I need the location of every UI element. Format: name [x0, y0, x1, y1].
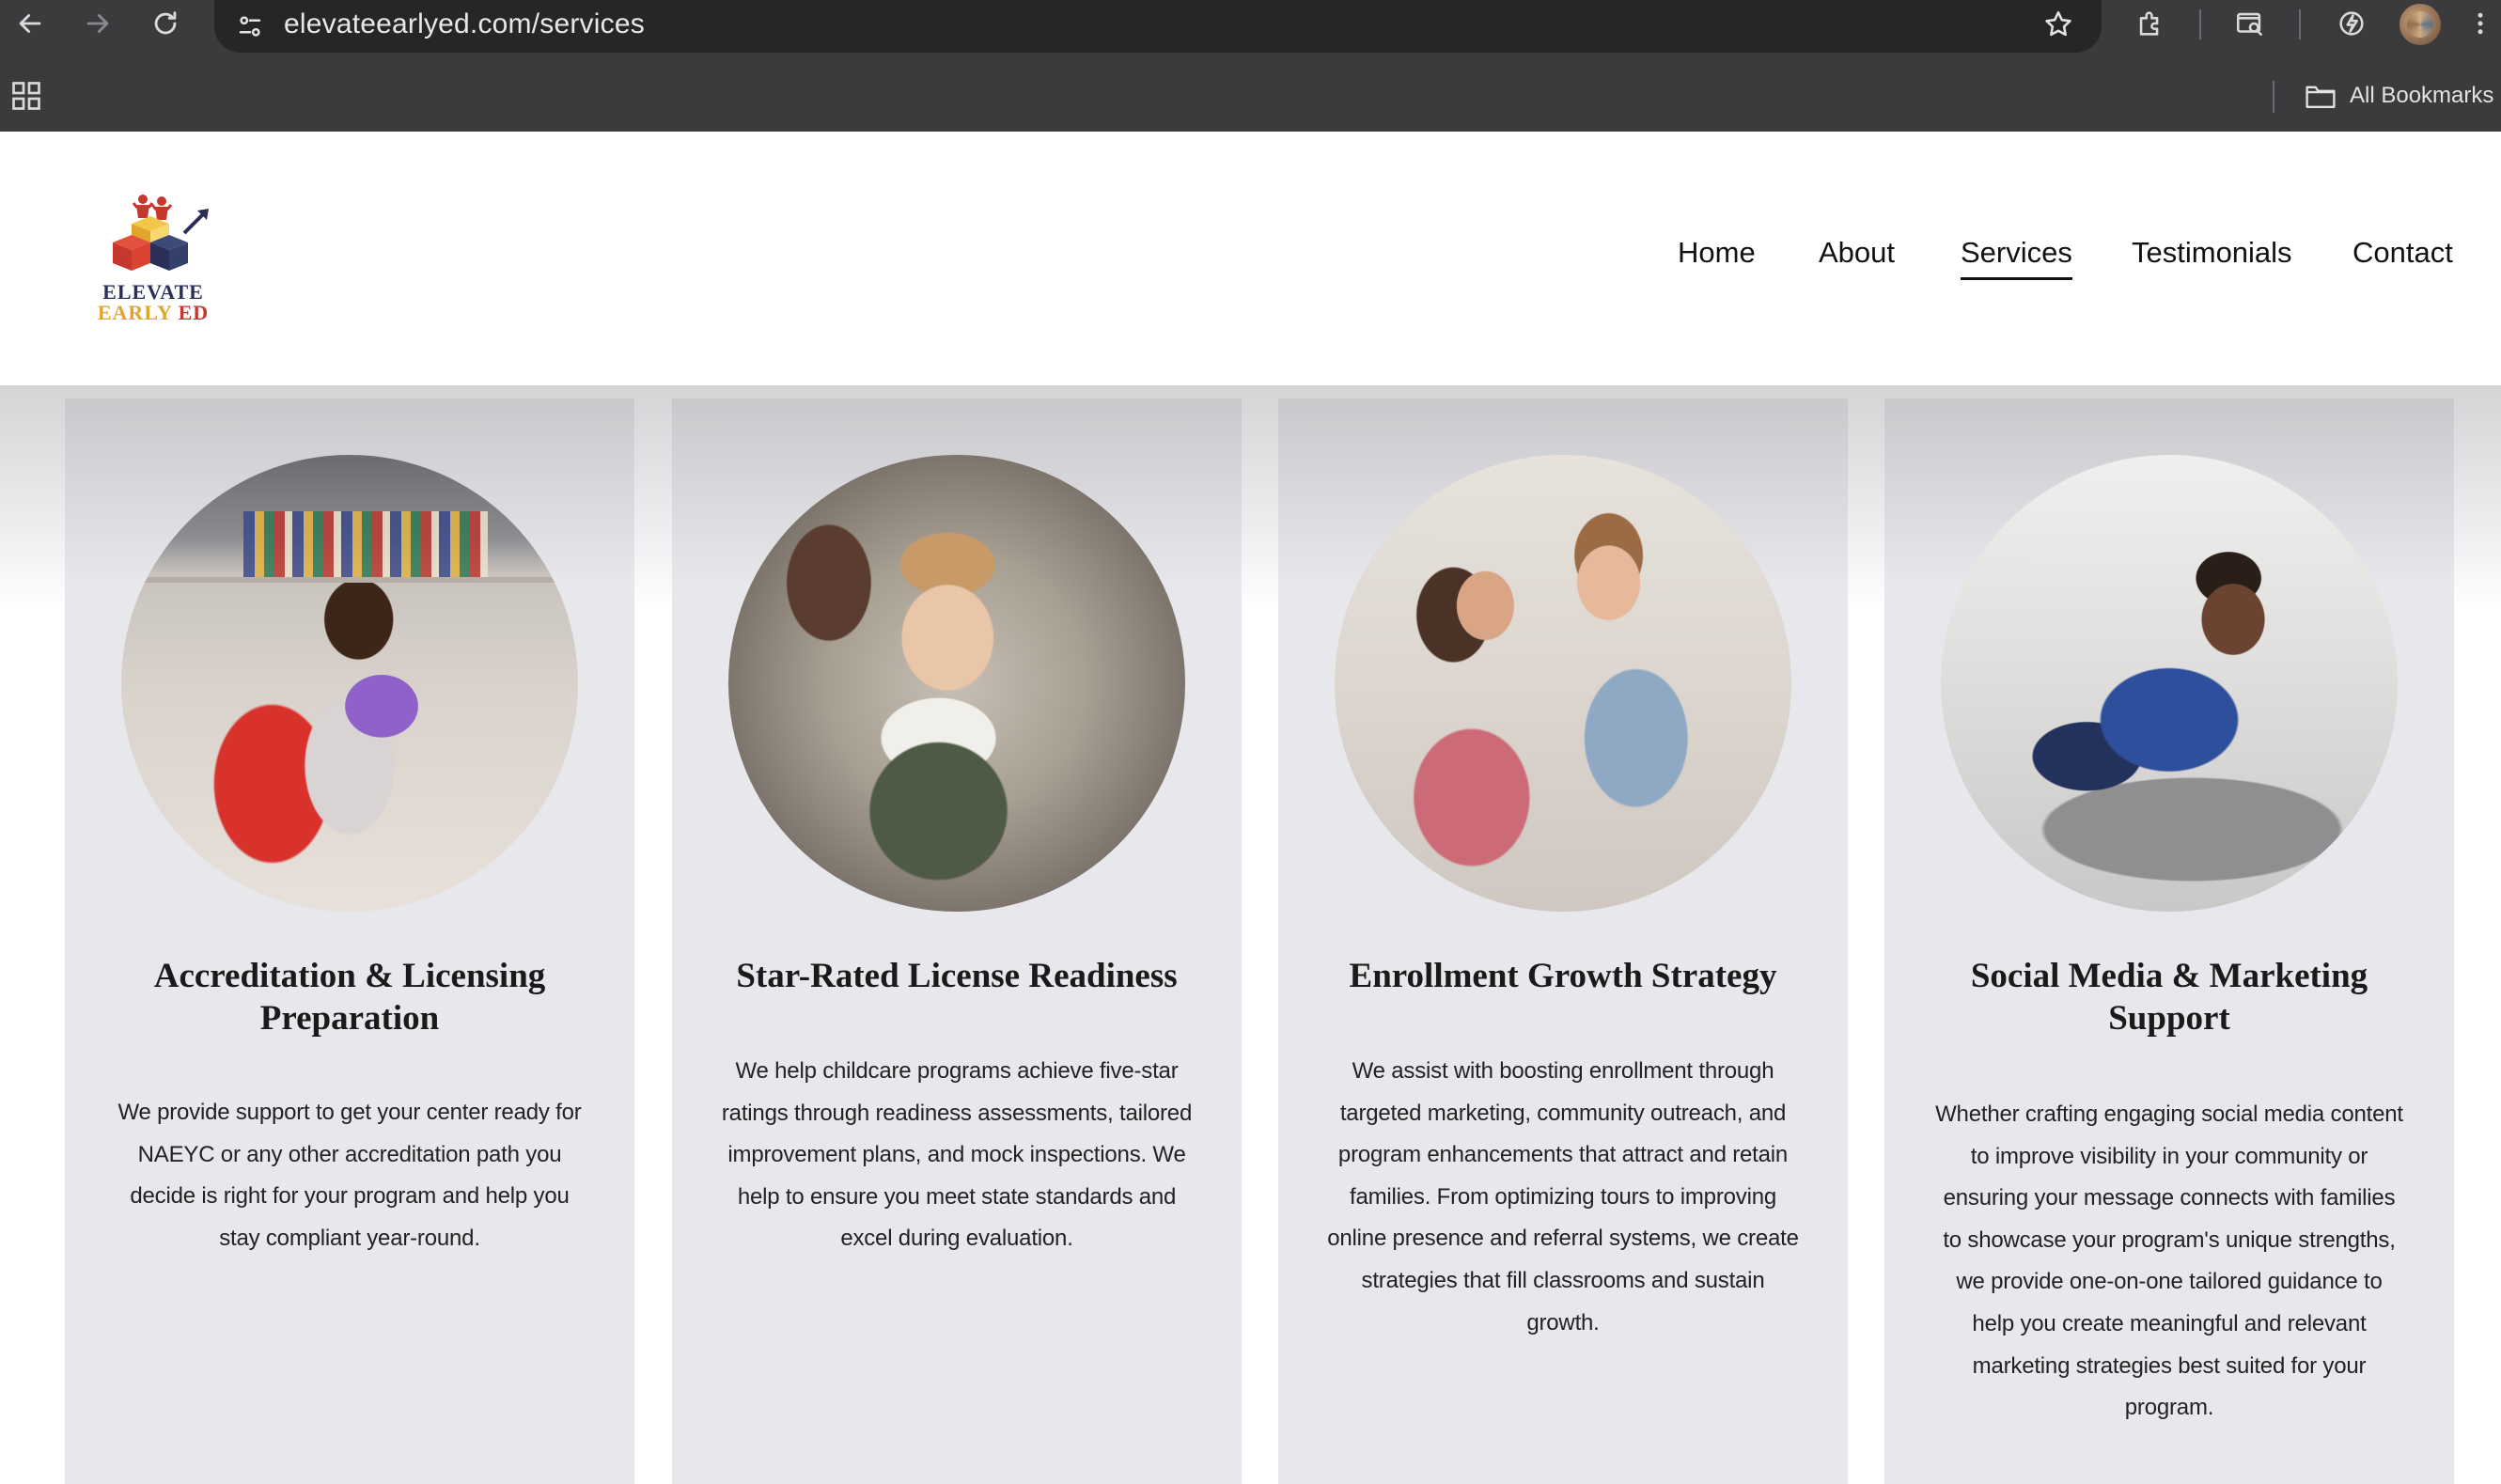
menu-icon[interactable] [2466, 4, 2494, 43]
service-photo-toddler-crawling [1941, 455, 2398, 912]
performance-icon[interactable] [2331, 4, 2372, 43]
address-bar[interactable]: elevateearlyed.com/services [214, 0, 2102, 53]
service-photo-teacher-and-girl [1335, 455, 1791, 912]
browser-chrome: elevateearlyed.com/services All Bookmark… [0, 0, 2501, 132]
service-description: We help childcare programs achieve five-… [721, 1058, 1193, 1252]
site-header: ELEVATE EARLY ED Home About Services Tes… [0, 132, 2501, 385]
service-card-star-rated: Star-Rated License Readiness We help chi… [672, 398, 1242, 1484]
star-icon[interactable] [2038, 4, 2079, 45]
nav-about[interactable]: About [1819, 231, 1895, 274]
all-bookmarks-button[interactable]: All Bookmarks [2305, 77, 2493, 115]
url-text[interactable]: elevateearlyed.com/services [284, 6, 645, 43]
back-icon[interactable] [9, 4, 51, 43]
folder-icon [2306, 86, 2336, 108]
nav-contact[interactable]: Contact [2353, 231, 2453, 274]
nav-services[interactable]: Services [1961, 231, 2072, 280]
main-nav: Home About Services Testimonials Contact [0, 132, 2501, 385]
apps-icon[interactable] [9, 79, 43, 113]
reload-icon[interactable] [145, 4, 186, 43]
bookmarks-bar: All Bookmarks [0, 73, 2501, 122]
extensions-icon[interactable] [2130, 4, 2171, 43]
toolbar-separator [2299, 9, 2301, 39]
service-title: Accreditation & Licensing Preparation [153, 957, 546, 1038]
tab-search-icon[interactable] [2229, 4, 2271, 43]
browser-toolbar: elevateearlyed.com/services [0, 0, 2501, 53]
all-bookmarks-label: All Bookmarks [2350, 83, 2494, 108]
toolbar-separator [2199, 9, 2201, 39]
service-card-social-media: Social Media & Marketing Support Whether… [1884, 398, 2454, 1484]
site-settings-icon[interactable] [231, 8, 269, 45]
services-section: Accreditation & Licensing Preparation We… [0, 385, 2501, 1484]
service-title: Social Media & Marketing Support [1970, 957, 2368, 1038]
nav-home[interactable]: Home [1678, 231, 1756, 274]
nav-testimonials[interactable]: Testimonials [2132, 231, 2292, 274]
service-title: Enrollment Growth Strategy [1349, 957, 1777, 995]
bookmarks-separator [2273, 81, 2274, 113]
service-description: Whether crafting engaging social media c… [1935, 1101, 2403, 1421]
avatar[interactable] [2399, 4, 2441, 45]
service-description: We provide support to get your center re… [117, 1100, 582, 1251]
service-photo-child-with-camera [121, 455, 578, 912]
service-card-accreditation: Accreditation & Licensing Preparation We… [65, 398, 634, 1484]
service-title: Star-Rated License Readiness [736, 957, 1178, 995]
service-description: We assist with boosting enrollment throu… [1327, 1058, 1799, 1336]
service-card-enrollment: Enrollment Growth Strategy We assist wit… [1278, 398, 1848, 1484]
service-photo-baby-in-tunnel [728, 455, 1185, 912]
forward-icon[interactable] [77, 4, 118, 43]
